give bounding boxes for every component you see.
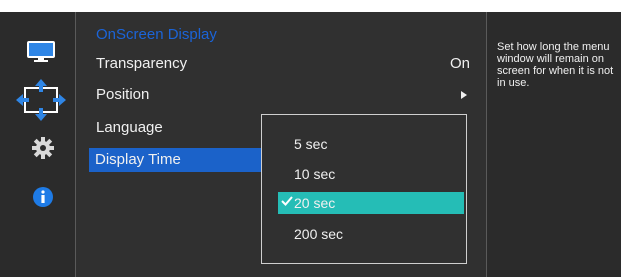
gear-icon[interactable] bbox=[32, 137, 54, 159]
category-sidebar bbox=[0, 12, 75, 277]
onscreen-display-menu: OnScreen Display Transparency On Positio… bbox=[0, 0, 621, 277]
option-200-sec[interactable]: 200 sec bbox=[278, 223, 464, 245]
option-label: 200 sec bbox=[294, 226, 344, 242]
menu-item-value: On bbox=[449, 55, 470, 72]
move-position-icon[interactable] bbox=[16, 79, 66, 121]
monitor-icon[interactable] bbox=[27, 41, 57, 63]
menu-item-label: Language bbox=[96, 119, 163, 136]
settings-panel: OnScreen Display Transparency On Positio… bbox=[75, 12, 487, 277]
menu-item-label: Position bbox=[96, 86, 150, 103]
display-time-dropdown[interactable]: 5 sec 10 sec 20 sec 200 sec bbox=[261, 114, 467, 264]
checkmark-icon bbox=[281, 196, 293, 206]
menu-item-display-time[interactable]: Display Time bbox=[89, 148, 261, 172]
option-10-sec[interactable]: 10 sec bbox=[278, 163, 464, 185]
option-label: 5 sec bbox=[294, 136, 328, 152]
info-icon[interactable] bbox=[32, 186, 54, 208]
option-20-sec[interactable]: 20 sec bbox=[278, 192, 464, 214]
menu-title: OnScreen Display bbox=[96, 26, 217, 43]
help-panel: Set how long the menu window will remain… bbox=[487, 12, 621, 277]
help-text: Set how long the menu window will remain… bbox=[497, 41, 614, 89]
menu-item-transparency[interactable]: Transparency On bbox=[90, 52, 470, 76]
option-5-sec[interactable]: 5 sec bbox=[278, 133, 464, 155]
option-label: 20 sec bbox=[294, 195, 336, 211]
menu-item-label: Transparency bbox=[96, 55, 188, 72]
chevron-right-icon bbox=[461, 91, 467, 99]
option-label: 10 sec bbox=[294, 166, 336, 182]
menu-item-position[interactable]: Position bbox=[90, 83, 470, 107]
menu-item-label: Display Time bbox=[95, 151, 181, 168]
